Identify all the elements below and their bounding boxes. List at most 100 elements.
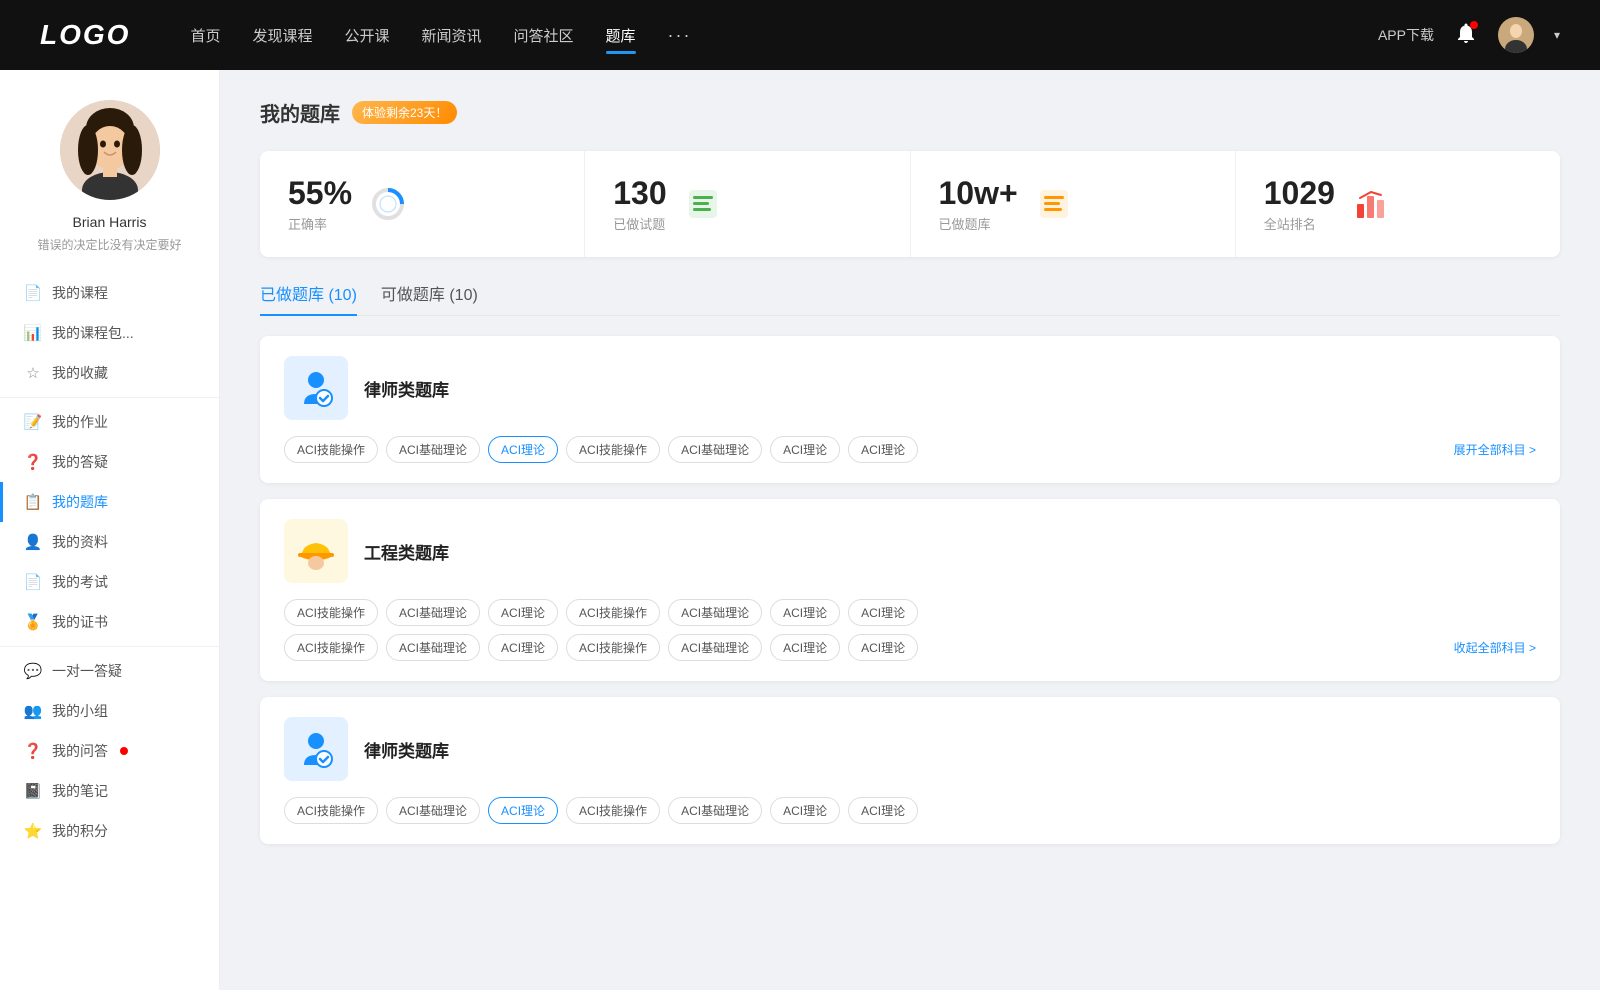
sidebar-label-questions: 我的问答 xyxy=(52,741,108,761)
sidebar-item-qa[interactable]: ❓ 我的答疑 xyxy=(0,442,219,482)
tag-0-0[interactable]: ACI技能操作 xyxy=(284,436,378,463)
sidebar-item-courses[interactable]: 📄 我的课程 xyxy=(0,273,219,313)
sidebar-item-favorites[interactable]: ☆ 我的收藏 xyxy=(0,353,219,393)
nav-home[interactable]: 首页 xyxy=(190,21,220,50)
nav-news[interactable]: 新闻资讯 xyxy=(422,21,482,50)
engineer-icon xyxy=(284,519,348,583)
sidebar-item-exam[interactable]: 📄 我的考试 xyxy=(0,562,219,602)
user-avatar[interactable] xyxy=(1498,17,1534,53)
sidebar-label-homework: 我的作业 xyxy=(52,412,108,432)
tag-1-6[interactable]: ACI理论 xyxy=(848,599,918,626)
stat-value-questions: 130 xyxy=(613,175,666,212)
stat-questions-done: 130 已做试题 xyxy=(585,151,910,257)
logo: LOGO xyxy=(40,19,130,51)
tag-1r2-6[interactable]: ACI理论 xyxy=(848,634,918,661)
nav-more[interactable]: ··· xyxy=(668,21,692,50)
sidebar-item-certificate[interactable]: 🏅 我的证书 xyxy=(0,602,219,642)
tag-0-6[interactable]: ACI理论 xyxy=(848,436,918,463)
sidebar-label-questionbank: 我的题库 xyxy=(52,492,108,512)
tag-2-3[interactable]: ACI技能操作 xyxy=(566,797,660,824)
tag-2-4[interactable]: ACI基础理论 xyxy=(668,797,762,824)
favorites-icon: ☆ xyxy=(24,364,42,382)
tag-1r2-5[interactable]: ACI理论 xyxy=(770,634,840,661)
tag-1-0[interactable]: ACI技能操作 xyxy=(284,599,378,626)
sidebar-label-favorites: 我的收藏 xyxy=(52,363,108,383)
tag-2-2[interactable]: ACI理论 xyxy=(488,797,558,824)
nav-discover[interactable]: 发现课程 xyxy=(252,21,312,50)
tag-0-4[interactable]: ACI基础理论 xyxy=(668,436,762,463)
tag-1r2-1[interactable]: ACI基础理论 xyxy=(386,634,480,661)
user-dropdown-arrow[interactable]: ▾ xyxy=(1554,28,1560,42)
tabs-row: 已做题库 (10) 可做题库 (10) xyxy=(260,281,1560,316)
nav-qa[interactable]: 问答社区 xyxy=(514,21,574,50)
stat-value-banks: 10w+ xyxy=(939,175,1018,212)
courses-icon: 📄 xyxy=(24,284,42,302)
sidebar-item-questions[interactable]: ❓ 我的问答 xyxy=(0,731,219,771)
bank-card-header-1: 律师类题库 xyxy=(284,356,1536,420)
sidebar-item-group[interactable]: 👥 我的小组 xyxy=(0,691,219,731)
sidebar-label-points: 我的积分 xyxy=(52,821,108,841)
sidebar: Brian Harris 错误的决定比没有决定要好 📄 我的课程 📊 我的课程包… xyxy=(0,70,220,990)
tutoring-icon: 💬 xyxy=(24,662,42,680)
stat-site-rank: 1029 全站排名 xyxy=(1236,151,1560,257)
sidebar-label-notes: 我的笔记 xyxy=(52,781,108,801)
tag-1-4[interactable]: ACI基础理论 xyxy=(668,599,762,626)
bank-title-engineer: 工程类题库 xyxy=(364,539,449,564)
bank-card-lawyer-1: 律师类题库 ACI技能操作 ACI基础理论 ACI理论 ACI技能操作 ACI基… xyxy=(260,336,1560,483)
sidebar-item-tutoring[interactable]: 💬 一对一答疑 xyxy=(0,651,219,691)
sidebar-item-notes[interactable]: 📓 我的笔记 xyxy=(0,771,219,811)
bank-card-engineer: 工程类题库 ACI技能操作 ACI基础理论 ACI理论 ACI技能操作 ACI基… xyxy=(260,499,1560,681)
tag-1r2-3[interactable]: ACI技能操作 xyxy=(566,634,660,661)
sidebar-label-packages: 我的课程包... xyxy=(52,323,134,343)
bank-title-lawyer-2: 律师类题库 xyxy=(364,737,449,762)
sidebar-item-profile[interactable]: 👤 我的资料 xyxy=(0,522,219,562)
questionbank-icon: 📋 xyxy=(24,493,42,511)
stat-value-correct: 55% xyxy=(288,175,352,212)
sidebar-label-group: 我的小组 xyxy=(52,701,108,721)
tag-1r2-4[interactable]: ACI基础理论 xyxy=(668,634,762,661)
tag-0-1[interactable]: ACI基础理论 xyxy=(386,436,480,463)
content-header: 我的题库 体验剩余23天！ xyxy=(260,98,1560,127)
app-download-button[interactable]: APP下载 xyxy=(1378,25,1434,45)
notification-bell[interactable] xyxy=(1454,21,1478,50)
tag-2-6[interactable]: ACI理论 xyxy=(848,797,918,824)
tag-0-2[interactable]: ACI理论 xyxy=(488,436,558,463)
sidebar-label-tutoring: 一对一答疑 xyxy=(52,661,122,681)
sidebar-item-questionbank[interactable]: 📋 我的题库 xyxy=(0,482,219,522)
tag-1-3[interactable]: ACI技能操作 xyxy=(566,599,660,626)
tag-2-5[interactable]: ACI理论 xyxy=(770,797,840,824)
tag-1-5[interactable]: ACI理论 xyxy=(770,599,840,626)
bank-card-header-3: 律师类题库 xyxy=(284,717,1536,781)
tags-row-lawyer-1: ACI技能操作 ACI基础理论 ACI理论 ACI技能操作 ACI基础理论 AC… xyxy=(284,436,1536,463)
sidebar-item-packages[interactable]: 📊 我的课程包... xyxy=(0,313,219,353)
lawyer-icon-2 xyxy=(284,717,348,781)
tag-1-1[interactable]: ACI基础理论 xyxy=(386,599,480,626)
expand-link-1[interactable]: 展开全部科目 > xyxy=(1454,441,1536,458)
tag-2-1[interactable]: ACI基础理论 xyxy=(386,797,480,824)
points-icon: ⭐ xyxy=(24,822,42,840)
tab-done[interactable]: 已做题库 (10) xyxy=(260,281,357,315)
collapse-link-engineer[interactable]: 收起全部科目 > xyxy=(1454,639,1536,656)
sidebar-label-profile: 我的资料 xyxy=(52,532,108,552)
list-green-icon xyxy=(683,184,723,224)
tag-2-0[interactable]: ACI技能操作 xyxy=(284,797,378,824)
tab-todo[interactable]: 可做题库 (10) xyxy=(381,281,478,315)
tag-1-2[interactable]: ACI理论 xyxy=(488,599,558,626)
sidebar-item-homework[interactable]: 📝 我的作业 xyxy=(0,402,219,442)
bank-card-lawyer-2: 律师类题库 ACI技能操作 ACI基础理论 ACI理论 ACI技能操作 ACI基… xyxy=(260,697,1560,844)
sidebar-divider-1 xyxy=(0,397,219,398)
questions-dot xyxy=(120,747,128,755)
bank-card-header-2: 工程类题库 xyxy=(284,519,1536,583)
nav-bank[interactable]: 题库 xyxy=(606,21,636,50)
user-name: Brian Harris xyxy=(73,214,147,230)
stat-label-banks: 已做题库 xyxy=(939,214,1018,233)
tag-0-3[interactable]: ACI技能操作 xyxy=(566,436,660,463)
nav-open-course[interactable]: 公开课 xyxy=(344,21,389,50)
tag-1r2-0[interactable]: ACI技能操作 xyxy=(284,634,378,661)
sidebar-item-points[interactable]: ⭐ 我的积分 xyxy=(0,811,219,851)
lawyer-icon-1 xyxy=(284,356,348,420)
tag-1r2-2[interactable]: ACI理论 xyxy=(488,634,558,661)
tag-0-5[interactable]: ACI理论 xyxy=(770,436,840,463)
stat-label-rank: 全站排名 xyxy=(1264,214,1335,233)
sidebar-menu: 📄 我的课程 📊 我的课程包... ☆ 我的收藏 📝 我的作业 ❓ 我的答疑 � xyxy=(0,273,219,851)
